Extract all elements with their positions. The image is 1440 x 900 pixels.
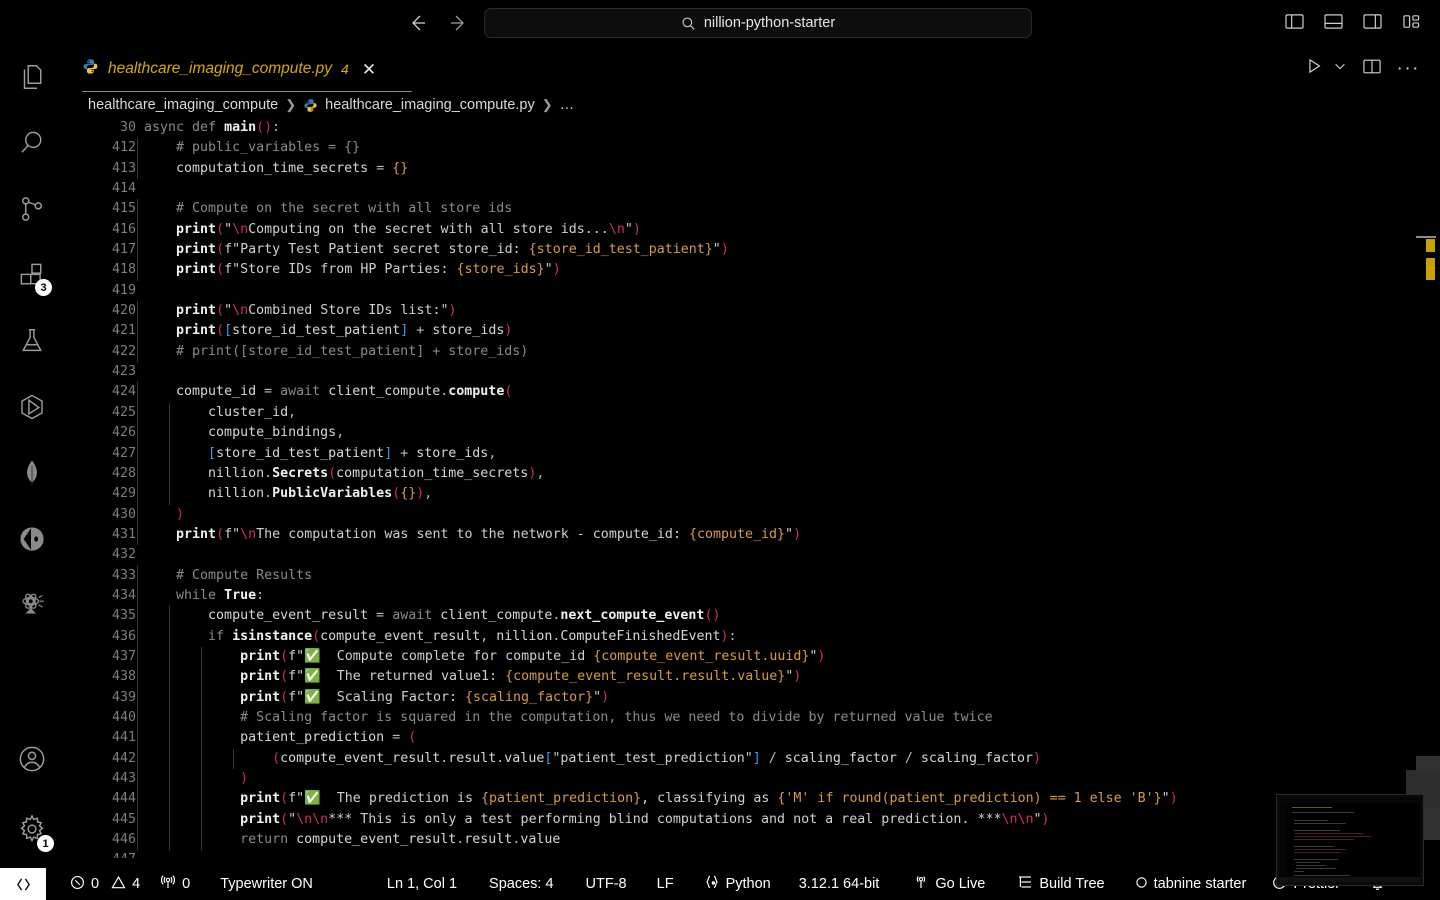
navigation-arrows <box>404 10 472 36</box>
status-interpreter[interactable]: 3.12.1 64-bit <box>789 868 890 900</box>
tab-healthcare-imaging-compute-py[interactable]: healthcare_imaging_compute.py 4 ✕ <box>64 46 390 92</box>
activity-bar: 3 1 <box>0 46 64 868</box>
python-file-icon <box>303 98 318 113</box>
circle-icon <box>1135 876 1148 893</box>
status-cursor-position[interactable]: Ln 1, Col 1 <box>377 868 467 900</box>
ports-count: 0 <box>182 876 191 892</box>
radio-tower-icon <box>160 874 176 894</box>
sidebar-item-testing[interactable] <box>0 310 64 376</box>
sidebar-item-docker[interactable] <box>0 376 64 442</box>
error-count: 0 <box>91 876 100 892</box>
overview-ruler[interactable] <box>1414 236 1440 858</box>
sidebar-item-cody[interactable] <box>0 508 64 574</box>
list-tree-icon <box>1017 874 1033 894</box>
go-live-label: Go Live <box>935 876 986 892</box>
source-control-icon <box>17 194 47 229</box>
breadcrumb-item-file[interactable]: healthcare_imaging_compute.py <box>325 97 535 113</box>
search-icon <box>17 128 47 163</box>
command-center-label: nillion-python-starter <box>703 15 836 31</box>
thumbnail-activitybar <box>1280 803 1287 876</box>
leaf-icon <box>17 458 47 493</box>
beaker-icon <box>17 326 47 361</box>
code-editor[interactable]: 30 async def main(): 412 # public_variable… <box>64 118 1440 858</box>
ellipsis-icon[interactable]: ··· <box>1397 59 1420 78</box>
close-icon[interactable]: ✕ <box>362 61 376 78</box>
manage-badge: 1 <box>37 835 54 852</box>
chevron-right-icon: ❯ <box>285 97 297 112</box>
circle-chevron-icon <box>17 524 47 559</box>
tabnine-label: tabnine starter <box>1153 876 1247 892</box>
thumbnail-titlebar <box>1280 798 1420 803</box>
overview-warning-marker <box>1426 239 1435 252</box>
status-eol[interactable]: LF <box>647 868 684 900</box>
vscode-window: nillion-python-starter 3 1 healthcare_im… <box>0 0 1440 900</box>
arrow-left-icon[interactable] <box>404 10 430 36</box>
status-typewriter[interactable]: Typewriter ON <box>210 868 323 900</box>
tab-active-underline <box>82 91 412 92</box>
chevron-down-icon[interactable] <box>1333 59 1347 78</box>
overview-warning-marker <box>1426 258 1435 280</box>
arrow-right-icon[interactable] <box>446 10 472 36</box>
sidebar-item-explorer[interactable] <box>0 46 64 112</box>
chevron-right-icon: ❯ <box>541 97 553 112</box>
status-bar: 0 4 0 Typewriter ON Ln 1, Col 1 Spaces: … <box>0 868 1440 900</box>
title-bar: nillion-python-starter <box>0 0 1440 46</box>
tab-bar: healthcare_imaging_compute.py 4 ✕ ··· <box>64 46 1440 92</box>
tab-label: healthcare_imaging_compute.py <box>108 60 333 77</box>
sidebar-item-extensions[interactable]: 3 <box>0 244 64 310</box>
files-icon <box>17 62 47 97</box>
extensions-badge: 3 <box>35 279 52 296</box>
python-file-icon <box>82 58 99 80</box>
remote-window-icon[interactable] <box>0 868 46 900</box>
search-icon <box>681 16 696 31</box>
hexagon-package-icon <box>17 392 47 427</box>
sidebar-item-manage[interactable]: 1 <box>0 794 64 868</box>
broadcast-icon <box>913 874 929 894</box>
split-editor-icon[interactable] <box>1362 58 1381 80</box>
error-circle-icon <box>70 875 85 894</box>
thumbnail-statusbar <box>1280 877 1420 882</box>
customize-layout-icon[interactable] <box>1400 10 1422 32</box>
code-scroll-area[interactable]: 30 async def main(): 412 # public_variable… <box>64 118 1440 858</box>
sidebar-item-mongodb[interactable] <box>0 442 64 508</box>
play-icon[interactable] <box>1305 57 1323 80</box>
status-problems[interactable]: 0 4 <box>60 868 150 900</box>
status-encoding[interactable]: UTF-8 <box>576 868 637 900</box>
tab-problem-count: 4 <box>341 61 349 77</box>
code-content[interactable]: 30 async def main(): 412 # public_variable… <box>64 118 1440 858</box>
status-language-mode[interactable]: Python <box>694 868 781 900</box>
editor-actions: ··· <box>1305 57 1420 80</box>
thumbnail-content <box>1280 798 1420 882</box>
sidebar-item-accounts[interactable] <box>0 728 64 794</box>
sidebar-item-source-control[interactable] <box>0 178 64 244</box>
status-indentation[interactable]: Spaces: 4 <box>479 868 564 900</box>
screen-share-thumbnail[interactable] <box>1276 794 1424 886</box>
status-ports[interactable]: 0 <box>150 868 200 900</box>
status-go-live[interactable]: Go Live <box>903 868 995 900</box>
language-label: Python <box>725 876 771 892</box>
status-tabnine[interactable]: tabnine starter <box>1125 868 1257 900</box>
toggle-primary-sidebar-icon[interactable] <box>1283 10 1305 32</box>
status-build-tree[interactable]: Build Tree <box>1007 868 1114 900</box>
toggle-panel-icon[interactable] <box>1322 10 1344 32</box>
build-tree-label: Build Tree <box>1039 876 1105 892</box>
account-icon <box>17 744 47 779</box>
sidebar-item-atom-tree[interactable] <box>0 574 64 640</box>
atom-tree-icon <box>17 590 47 625</box>
json-braces-icon <box>704 874 720 894</box>
breadcrumb-item-symbol[interactable]: … <box>560 97 575 113</box>
overview-top-line <box>1416 236 1436 238</box>
sidebar-item-search[interactable] <box>0 112 64 178</box>
layout-controls <box>1283 10 1422 32</box>
warning-triangle-icon <box>111 875 126 894</box>
warning-count: 4 <box>132 876 141 892</box>
command-center-search[interactable]: nillion-python-starter <box>484 8 1032 38</box>
breadcrumb: healthcare_imaging_compute ❯ healthcare_… <box>64 92 1440 118</box>
editor-group: healthcare_imaging_compute.py 4 ✕ ··· he… <box>64 46 1440 868</box>
toggle-secondary-sidebar-icon[interactable] <box>1361 10 1383 32</box>
breadcrumb-item-folder[interactable]: healthcare_imaging_compute <box>88 97 278 113</box>
